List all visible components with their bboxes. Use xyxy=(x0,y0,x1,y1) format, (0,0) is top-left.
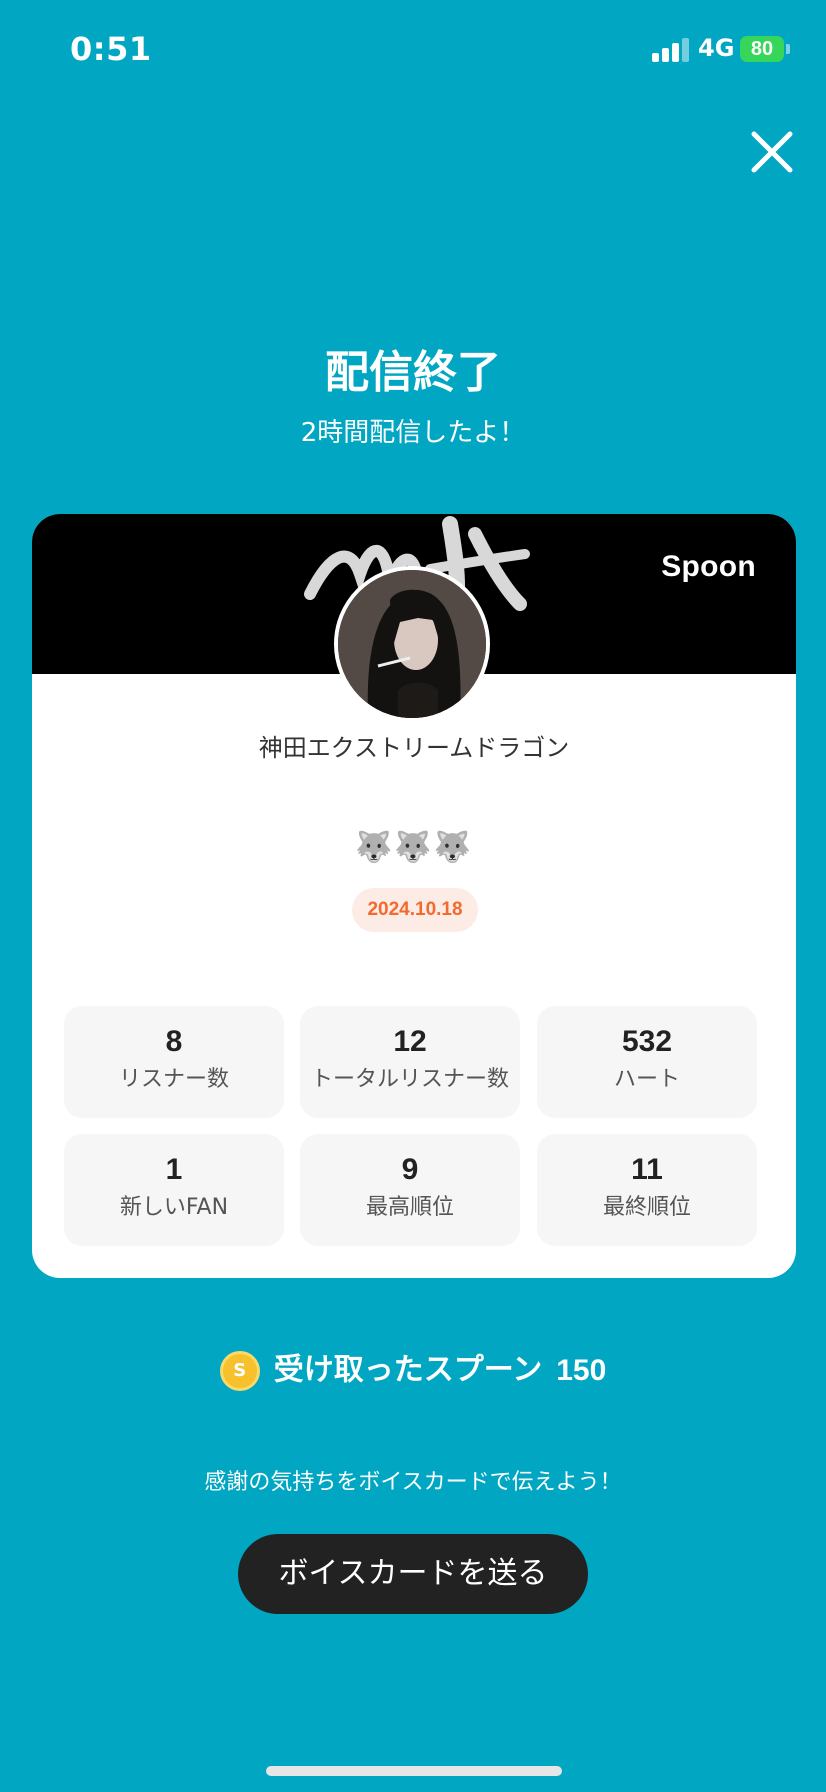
username: 神田エクストリームドラゴン xyxy=(258,734,570,762)
stat-new-fans: 1 新しいFAN xyxy=(64,1134,284,1246)
stat-value: 9 xyxy=(401,1153,419,1186)
network-type: 4G xyxy=(698,34,735,62)
avatar[interactable] xyxy=(334,566,490,722)
signal-icon xyxy=(652,38,692,62)
status-bar: 0:51 4G 80 xyxy=(0,0,826,100)
spoons-count: 150 xyxy=(556,1353,607,1387)
battery-cap xyxy=(786,44,790,54)
stat-label: 最高順位 xyxy=(365,1195,454,1220)
stat-value: 1 xyxy=(165,1153,183,1186)
stat-value: 11 xyxy=(631,1153,663,1186)
stat-final-rank: 11 最終順位 xyxy=(537,1134,757,1246)
close-button[interactable] xyxy=(746,126,798,178)
stat-total-listeners: 12 トータルリスナー数 xyxy=(300,1006,520,1118)
stat-label: 最終順位 xyxy=(602,1195,691,1220)
spoons-label: 受け取ったスプーン xyxy=(273,1352,543,1388)
date-badge: 2024.10.18 xyxy=(352,888,478,932)
stat-label: 新しいFAN xyxy=(119,1195,229,1220)
coin-icon: S xyxy=(219,1350,260,1391)
broadcast-summary-card: Spoon 神田エクストリームドラゴン 🐺🐺🐺 2024.10.18 8 リスナ… xyxy=(32,514,796,1278)
battery-icon: 80 xyxy=(740,36,784,62)
stat-label: ハート xyxy=(613,1067,680,1092)
stat-label: リスナー数 xyxy=(118,1067,229,1092)
close-icon xyxy=(751,131,793,173)
home-indicator xyxy=(266,1766,562,1776)
stat-best-rank: 9 最高順位 xyxy=(300,1134,520,1246)
stat-value: 12 xyxy=(393,1025,427,1058)
battery-level: 80 xyxy=(750,38,774,60)
stat-label: トータルリスナー数 xyxy=(310,1067,509,1092)
brand-logo: Spoon xyxy=(661,550,756,583)
wolf-emojis: 🐺🐺🐺 xyxy=(354,830,474,865)
status-time: 0:51 xyxy=(70,30,152,68)
send-voice-card-button[interactable]: ボイスカードを送る xyxy=(238,1534,588,1614)
stat-listeners: 8 リスナー数 xyxy=(64,1006,284,1118)
thanks-message: 感謝の気持ちをボイスカードで伝えよう！ xyxy=(204,1470,622,1495)
page-title: 配信終了 xyxy=(325,347,501,398)
avatar-image xyxy=(338,570,486,718)
page-subtitle: 2時間配信したよ！ xyxy=(300,418,526,448)
stat-value: 8 xyxy=(165,1025,183,1058)
spoons-received: S 受け取ったスプーン 150 xyxy=(0,1350,826,1391)
stat-hearts: 532 ハート xyxy=(537,1006,757,1118)
stat-value: 532 xyxy=(621,1025,673,1058)
